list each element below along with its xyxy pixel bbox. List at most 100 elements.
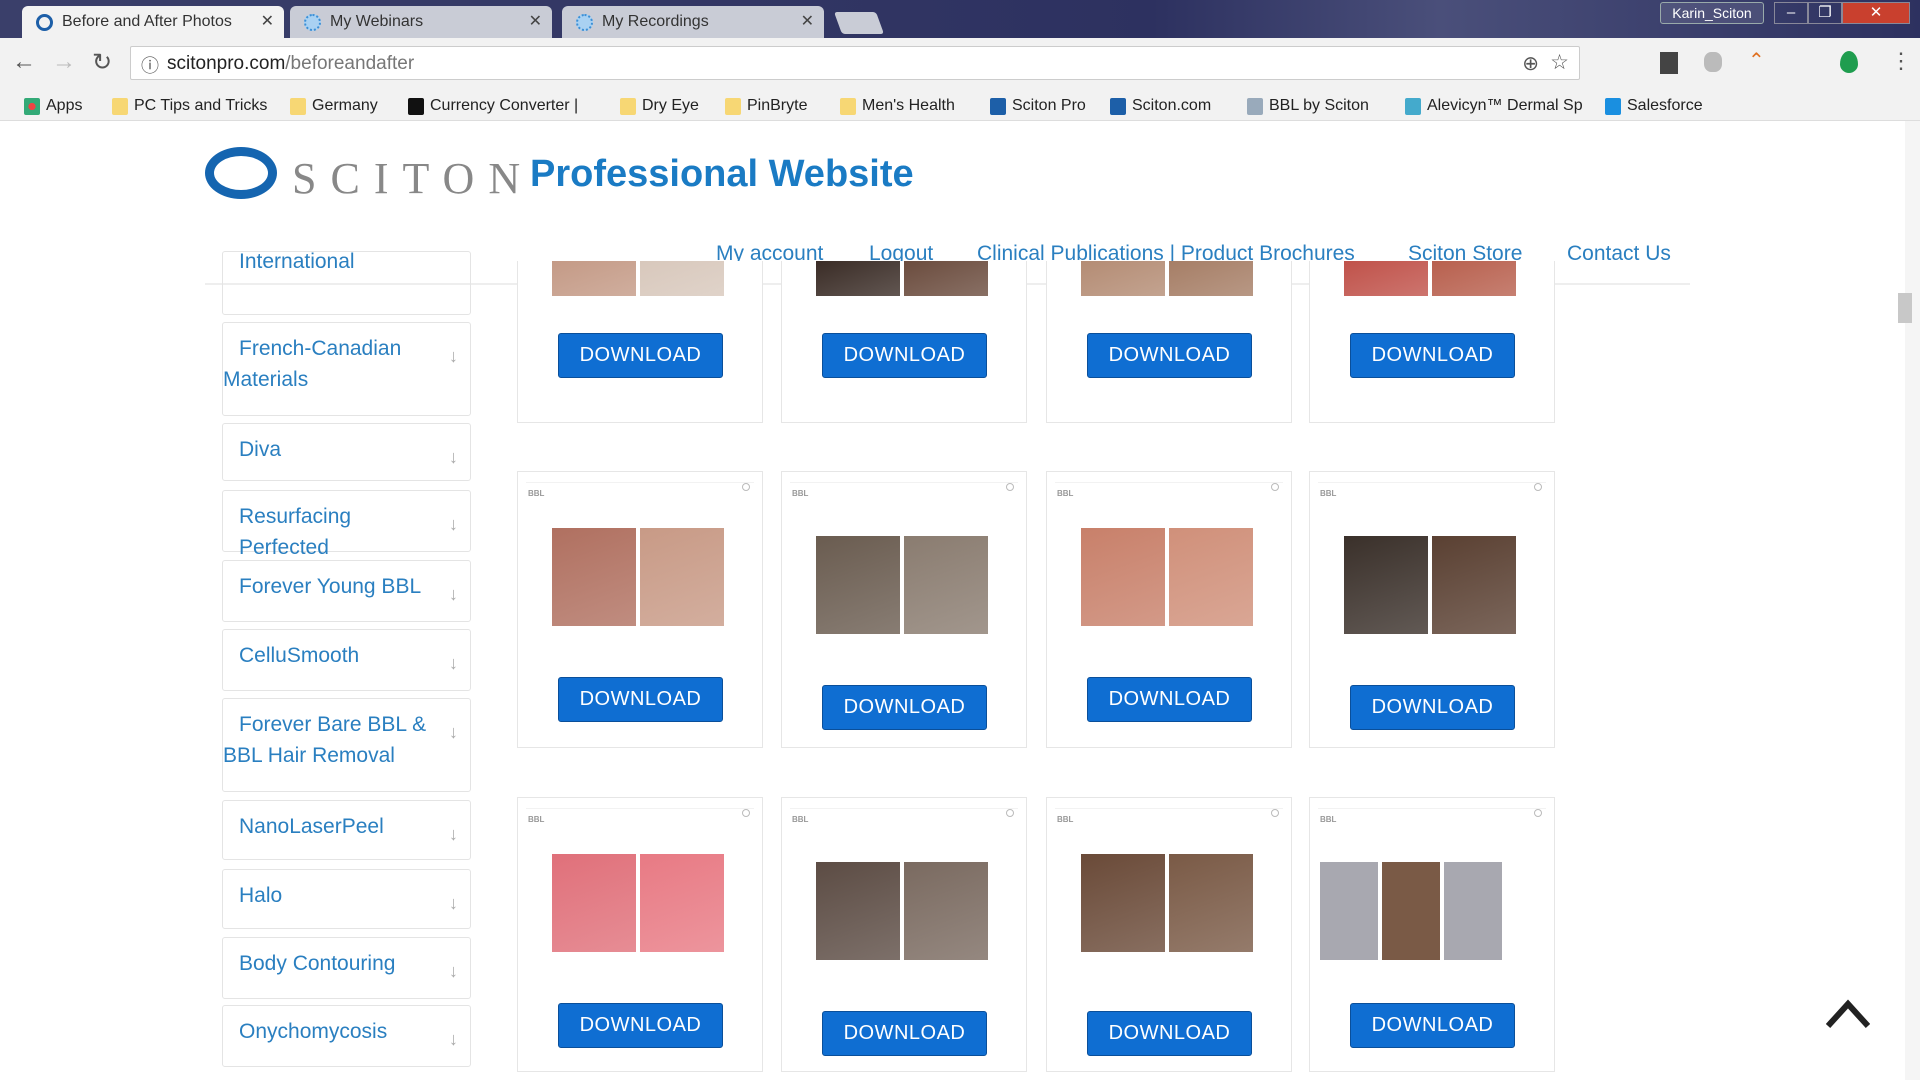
tab-my-recordings[interactable]: My Recordings ✕ (562, 6, 824, 38)
before-after-photo[interactable] (1169, 261, 1253, 296)
download-button[interactable]: DOWNLOAD (558, 1003, 723, 1048)
before-after-photo[interactable] (552, 261, 636, 296)
sidebar-item[interactable]: Body Contouring ↓ (222, 937, 471, 999)
close-tab-icon[interactable]: ✕ (801, 6, 814, 38)
before-after-photo[interactable] (816, 536, 900, 634)
before-after-photo[interactable] (816, 261, 900, 296)
before-after-photo[interactable] (552, 528, 636, 626)
bookmark-item[interactable]: Currency Converter | (408, 97, 578, 115)
download-button[interactable]: DOWNLOAD (822, 333, 987, 378)
before-after-photo[interactable] (904, 261, 988, 296)
download-button[interactable]: DOWNLOAD (558, 677, 723, 722)
sidebar-item[interactable]: French-Canadian Materials ↓ (222, 322, 471, 416)
download-button[interactable]: DOWNLOAD (558, 333, 723, 378)
extension-film-icon[interactable] (1660, 52, 1678, 74)
extension-arrow-icon[interactable]: ⌃ (1748, 48, 1765, 73)
before-after-photo[interactable] (640, 854, 724, 952)
reload-icon[interactable]: ↻ (92, 48, 112, 77)
bookmark-item[interactable]: Salesforce (1605, 97, 1703, 115)
arrow-down-icon[interactable]: ↓ (449, 341, 458, 372)
sidebar-item[interactable]: Forever Young BBL ↓ (222, 560, 471, 622)
scrollbar-thumb[interactable] (1898, 293, 1912, 323)
before-after-photo[interactable] (552, 854, 636, 952)
before-after-photo[interactable] (1081, 854, 1165, 952)
tab-my-webinars[interactable]: My Webinars ✕ (290, 6, 552, 38)
before-after-photo[interactable] (1081, 261, 1165, 296)
bookmark-item[interactable]: Germany (290, 97, 378, 115)
bookmark-favicon-icon (1110, 98, 1126, 115)
back-to-top-icon[interactable] (1826, 996, 1870, 1032)
download-button[interactable]: DOWNLOAD (1350, 333, 1515, 378)
maximize-button[interactable]: ❐ (1808, 2, 1842, 24)
download-button[interactable]: DOWNLOAD (1350, 1003, 1515, 1048)
download-button[interactable]: DOWNLOAD (1087, 333, 1252, 378)
sidebar-item[interactable]: Forever Bare BBL & BBL Hair Removal ↓ (222, 698, 471, 792)
sidebar-item[interactable]: CelluSmooth ↓ (222, 629, 471, 691)
bookmark-item[interactable]: BBL by Sciton (1247, 97, 1369, 115)
arrow-down-icon[interactable]: ↓ (449, 819, 458, 850)
sidebar-item[interactable]: Resurfacing Perfected ↓ (222, 490, 471, 559)
close-window-button[interactable]: ✕ (1842, 2, 1910, 24)
extension-green-icon[interactable] (1840, 51, 1858, 73)
download-button[interactable]: DOWNLOAD (822, 1011, 987, 1056)
bookmark-item[interactable]: Apps (24, 97, 82, 115)
scrollbar[interactable] (1898, 121, 1920, 1080)
before-after-photo[interactable] (1344, 536, 1428, 634)
download-button[interactable]: DOWNLOAD (1087, 677, 1252, 722)
download-button[interactable]: DOWNLOAD (1087, 1011, 1252, 1056)
arrow-down-icon[interactable]: ↓ (449, 888, 458, 919)
before-after-photo[interactable] (1169, 528, 1253, 626)
before-after-photo[interactable] (904, 536, 988, 634)
download-button[interactable]: DOWNLOAD (822, 685, 987, 730)
bookmark-item[interactable]: Sciton Pro (990, 97, 1086, 115)
sidebar-item[interactable]: Diva ↓ (222, 423, 471, 481)
download-button[interactable]: DOWNLOAD (1350, 685, 1515, 730)
bookmark-item[interactable]: Sciton.com (1110, 97, 1211, 115)
before-after-photo[interactable] (1320, 862, 1378, 960)
profile-button[interactable]: Karin_Sciton (1660, 2, 1764, 24)
arrow-down-icon[interactable]: ↓ (449, 579, 458, 610)
arrow-down-icon[interactable]: ↓ (449, 442, 458, 473)
zoom-icon[interactable]: ⊕ (1522, 51, 1539, 76)
before-after-photo[interactable] (640, 528, 724, 626)
forward-icon[interactable]: → (52, 48, 76, 76)
arrow-down-icon[interactable]: ↓ (449, 956, 458, 987)
sciton-logo-icon[interactable] (205, 147, 277, 199)
close-tab-icon[interactable]: ✕ (261, 6, 274, 38)
before-after-photo[interactable] (640, 261, 724, 296)
new-tab-button[interactable] (833, 12, 885, 34)
before-after-photo[interactable] (1169, 854, 1253, 952)
sciton-logo[interactable]: SCITON (292, 153, 534, 204)
bookmark-item[interactable]: Dry Eye (620, 97, 699, 115)
sidebar-item[interactable]: Halo ↓ (222, 869, 471, 929)
sidebar-item[interactable]: Onychomycosis ↓ (222, 1005, 471, 1067)
before-after-photo[interactable] (1382, 862, 1440, 960)
bookmark-item[interactable]: PC Tips and Tricks (112, 97, 267, 115)
before-after-photo[interactable] (904, 862, 988, 960)
bookmark-star-icon[interactable]: ☆ (1550, 50, 1569, 75)
before-after-photo[interactable] (816, 862, 900, 960)
address-bar[interactable]: ⓘ scitonpro.com/beforeandafter ⊕ ☆ (130, 46, 1580, 80)
back-icon[interactable]: ← (12, 48, 36, 76)
before-after-photo[interactable] (1432, 536, 1516, 634)
info-icon[interactable]: ⓘ (141, 52, 159, 78)
sidebar-item[interactable]: International (222, 251, 471, 315)
nav-contact-us[interactable]: Contact Us (1567, 242, 1671, 266)
arrow-down-icon[interactable]: ↓ (449, 509, 458, 540)
menu-icon[interactable]: ⋮ (1890, 48, 1912, 74)
arrow-down-icon[interactable]: ↓ (449, 717, 458, 748)
before-after-photo[interactable] (1081, 528, 1165, 626)
minimize-button[interactable]: – (1774, 2, 1808, 24)
before-after-photo[interactable] (1444, 862, 1502, 960)
sidebar-item[interactable]: NanoLaserPeel ↓ (222, 800, 471, 860)
bookmark-item[interactable]: Alevicyn™ Dermal Sp (1405, 97, 1583, 115)
extension-drive-icon[interactable] (1704, 52, 1722, 72)
close-tab-icon[interactable]: ✕ (529, 6, 542, 38)
arrow-down-icon[interactable]: ↓ (449, 1024, 458, 1055)
before-after-photo[interactable] (1344, 261, 1428, 296)
bookmark-item[interactable]: Men's Health (840, 97, 955, 115)
arrow-down-icon[interactable]: ↓ (449, 648, 458, 679)
before-after-photo[interactable] (1432, 261, 1516, 296)
tab-before-after[interactable]: Before and After Photos ✕ (22, 6, 284, 38)
bookmark-item[interactable]: PinBryte (725, 97, 807, 115)
